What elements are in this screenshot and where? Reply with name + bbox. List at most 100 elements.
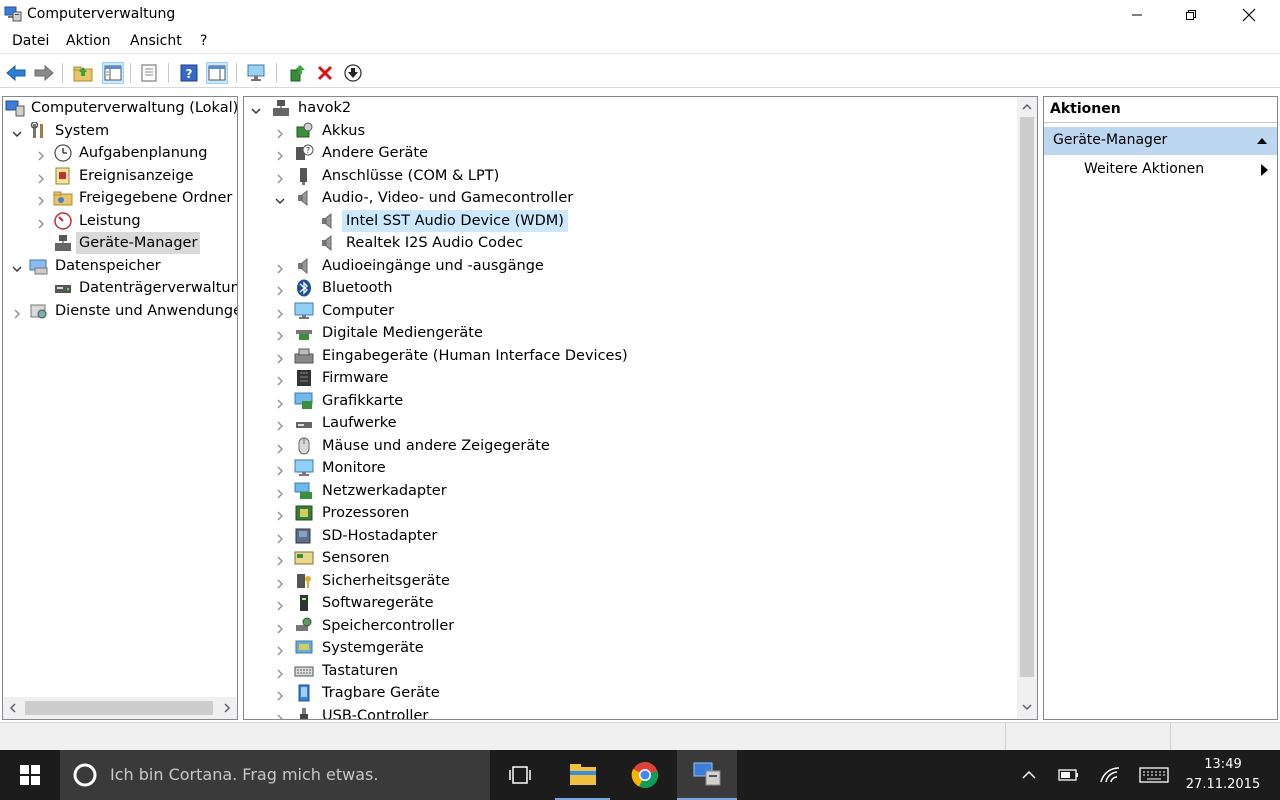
help-button[interactable]: ? <box>178 62 200 84</box>
device-category[interactable]: USB-Controller <box>244 705 1014 719</box>
scroll-left-icon[interactable] <box>9 703 17 713</box>
chevron-right-icon[interactable] <box>274 462 286 476</box>
uninstall-device-button[interactable] <box>314 62 336 84</box>
chevron-right-icon[interactable] <box>35 215 47 228</box>
chevron-right-icon[interactable] <box>274 260 286 273</box>
nav-tree-item[interactable]: Computerverwaltung (Lokal) <box>3 97 237 119</box>
chevron-right-icon[interactable] <box>274 327 286 341</box>
chevron-right-icon[interactable] <box>274 170 286 183</box>
device-category[interactable]: Audioeingänge und -ausgänge <box>244 255 1014 277</box>
device-category[interactable]: Anschlüsse (COM & LPT) <box>244 165 1014 187</box>
chevron-right-icon[interactable] <box>11 305 23 318</box>
device-category[interactable]: ? Andere Geräte <box>244 142 1014 164</box>
nav-tree-item[interactable]: Leistung <box>3 210 237 232</box>
nav-tree-item[interactable]: Freigegebene Ordner <box>3 187 237 209</box>
device-category[interactable]: SD-Hostadapter <box>244 525 1014 547</box>
chevron-down-icon[interactable] <box>11 125 23 137</box>
device-category[interactable]: Firmware <box>244 367 1014 389</box>
submenu-arrow-icon[interactable] <box>1261 164 1268 176</box>
device-category[interactable]: Systemgeräte <box>244 637 1014 659</box>
chevron-right-icon[interactable] <box>274 147 286 161</box>
chevron-right-icon[interactable] <box>35 192 47 206</box>
chevron-right-icon[interactable] <box>274 665 286 678</box>
chevron-right-icon[interactable] <box>274 710 286 719</box>
device-item[interactable]: Realtek I2S Audio Codec <box>244 232 1014 254</box>
device-item[interactable]: Intel SST Audio Device (WDM) <box>244 209 1014 232</box>
chevron-right-icon[interactable] <box>274 507 286 521</box>
device-category[interactable]: Eingabegeräte (Human Interface Devices) <box>244 345 1014 367</box>
device-tree-root[interactable]: havok2 <box>244 97 1014 119</box>
chevron-right-icon[interactable] <box>274 350 286 363</box>
chevron-right-icon[interactable] <box>274 395 286 408</box>
forward-button[interactable] <box>33 62 55 84</box>
disable-device-button[interactable] <box>342 62 364 84</box>
device-category[interactable]: Netzwerkadapter <box>244 480 1014 502</box>
device-category[interactable]: Tragbare Geräte <box>244 682 1014 704</box>
menu-datei[interactable]: Datei <box>12 33 49 49</box>
chevron-right-icon[interactable] <box>35 170 47 183</box>
chevron-right-icon[interactable] <box>274 552 286 566</box>
scroll-down-icon[interactable] <box>1022 703 1032 711</box>
device-category[interactable]: Monitore <box>244 457 1014 479</box>
chevron-right-icon[interactable] <box>35 147 47 161</box>
nav-tree-item[interactable]: Ereignisanzeige <box>3 165 237 187</box>
nav-tree-item[interactable]: Datenträgerverwaltung <box>3 277 237 299</box>
chevron-right-icon[interactable] <box>274 597 286 611</box>
scroll-right-icon[interactable] <box>223 703 231 713</box>
file-explorer-taskbar-button[interactable] <box>555 750 610 800</box>
device-category[interactable]: Speichercontroller <box>244 615 1014 637</box>
horizontal-scrollbar[interactable] <box>3 697 237 719</box>
chevron-right-icon[interactable] <box>274 440 286 453</box>
device-category[interactable]: Prozessoren <box>244 502 1014 524</box>
device-category[interactable]: Grafikkarte <box>244 390 1014 412</box>
show-hidden-icons-button[interactable] <box>1015 750 1043 800</box>
menu-ansicht[interactable]: Ansicht <box>130 33 182 49</box>
minimize-button[interactable] <box>1108 0 1166 30</box>
menu-help[interactable]: ? <box>200 33 207 49</box>
export-list-button[interactable] <box>138 62 160 84</box>
chevron-right-icon[interactable] <box>274 485 286 498</box>
chevron-down-icon[interactable] <box>11 260 23 272</box>
nav-tree-item[interactable]: Datenspeicher <box>3 255 237 277</box>
device-category[interactable]: Sicherheitsgeräte <box>244 570 1014 592</box>
chevron-right-icon[interactable] <box>274 642 286 656</box>
device-category[interactable]: Tastaturen <box>244 660 1014 682</box>
wifi-tray-button[interactable] <box>1093 750 1127 800</box>
device-category[interactable]: Softwaregeräte <box>244 592 1014 614</box>
chevron-right-icon[interactable] <box>274 530 286 543</box>
device-category[interactable]: Bluetooth <box>244 277 1014 299</box>
close-button[interactable] <box>1220 0 1278 30</box>
chevron-down-icon[interactable] <box>250 102 262 114</box>
chevron-right-icon[interactable] <box>274 125 286 138</box>
vertical-scrollbar[interactable] <box>1017 97 1037 719</box>
touch-keyboard-button[interactable] <box>1135 750 1173 800</box>
scan-hardware-button[interactable] <box>246 62 268 84</box>
scrollbar-thumb[interactable] <box>1020 117 1034 677</box>
device-category[interactable]: Akkus <box>244 120 1014 142</box>
nav-tree-item[interactable]: Geräte-Manager <box>3 232 237 254</box>
chevron-right-icon[interactable] <box>274 687 286 701</box>
restore-button[interactable] <box>1162 0 1220 30</box>
more-actions-item[interactable]: Weitere Aktionen <box>1084 161 1204 177</box>
chevron-right-icon[interactable] <box>274 305 286 318</box>
device-category[interactable]: Sensoren <box>244 547 1014 569</box>
device-category[interactable]: Laufwerke <box>244 412 1014 434</box>
start-button[interactable] <box>0 750 60 800</box>
show-console-tree-button[interactable] <box>102 62 124 84</box>
nav-tree-item[interactable]: Dienste und Anwendungen <box>3 300 237 322</box>
cortana-search-box[interactable]: Ich bin Cortana. Frag mich etwas. <box>60 750 490 800</box>
nav-tree-item[interactable]: System <box>3 120 237 142</box>
back-button[interactable] <box>5 62 27 84</box>
chevron-right-icon[interactable] <box>274 372 286 386</box>
nav-tree-item[interactable]: Aufgabenplanung <box>3 142 237 164</box>
chevron-right-icon[interactable] <box>274 417 286 431</box>
chevron-right-icon[interactable] <box>274 575 286 588</box>
actions-section-device-manager[interactable]: Geräte-Manager <box>1044 127 1277 155</box>
collapse-triangle-icon[interactable] <box>1257 137 1267 144</box>
chevron-right-icon[interactable] <box>274 282 286 296</box>
menu-aktion[interactable]: Aktion <box>66 33 111 49</box>
chevron-down-icon[interactable] <box>274 192 286 204</box>
computer-management-taskbar-button[interactable] <box>677 750 737 800</box>
device-category[interactable]: Digitale Mediengeräte <box>244 322 1014 344</box>
task-view-button[interactable] <box>495 750 545 800</box>
